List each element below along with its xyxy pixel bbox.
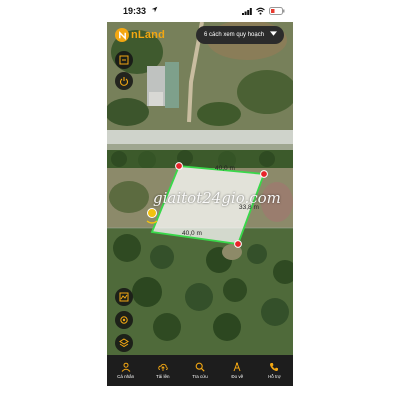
phone-icon	[270, 363, 279, 372]
tab-lookup[interactable]: Tra cứu	[181, 355, 218, 386]
planning-view-select[interactable]: 6 cách xem quy hoạch	[196, 26, 284, 44]
scan-icon	[119, 55, 129, 65]
location-pin-icon	[147, 208, 157, 218]
measure-icon	[233, 362, 241, 372]
edge-length-top: 40,0 m	[215, 165, 235, 172]
phone-screen: 19:33 40,0 m 33,8 m 40,0 m nLand 6 cách …	[107, 0, 293, 386]
upload-icon	[158, 363, 168, 371]
parcel-vertex	[260, 170, 268, 178]
status-time: 19:33	[123, 6, 147, 16]
status-bar: 19:33	[107, 0, 293, 22]
stack-button[interactable]	[115, 334, 133, 352]
parcel-vertex	[175, 162, 183, 170]
wifi-icon	[256, 7, 265, 15]
status-indicators	[242, 7, 285, 15]
tab-support[interactable]: Hỗ trợ	[256, 355, 293, 386]
brand-mark-icon	[115, 28, 129, 42]
signal-icon	[242, 8, 252, 15]
parcel-vertex	[234, 240, 242, 248]
watermark: giaitot24gio.com	[153, 189, 281, 207]
battery-icon	[269, 7, 285, 15]
tab-upload[interactable]: Tải lên	[144, 355, 181, 386]
locate-button[interactable]	[115, 311, 133, 329]
planning-view-label: 6 cách xem quy hoạch	[204, 32, 265, 38]
locate-icon	[120, 316, 128, 324]
person-icon	[121, 362, 130, 372]
power-button[interactable]	[115, 72, 133, 90]
chevron-down-icon	[270, 31, 277, 36]
stack-icon	[119, 338, 129, 348]
tab-personal[interactable]: Cá nhân	[107, 355, 144, 386]
tab-label: Đo vẽ	[231, 374, 244, 379]
brand-logo: nLand	[115, 27, 165, 43]
bottom-tab-bar: Cá nhân Tải lên Tra cứu Đo vẽ Hỗ trợ	[107, 355, 293, 386]
tab-label: Tải lên	[156, 374, 170, 379]
tab-measure[interactable]: Đo vẽ	[219, 355, 256, 386]
power-icon	[119, 77, 129, 86]
layers-icon	[119, 292, 129, 302]
tab-label: Cá nhân	[117, 374, 135, 379]
tab-label: Tra cứu	[192, 374, 208, 379]
edge-length-bottom: 40,0 m	[182, 230, 202, 237]
layers-button[interactable]	[115, 288, 133, 306]
search-icon	[195, 362, 205, 372]
tab-label: Hỗ trợ	[268, 374, 281, 379]
brand-name: nLand	[131, 29, 165, 41]
location-arrow-icon	[151, 6, 158, 13]
scan-button[interactable]	[115, 51, 133, 69]
